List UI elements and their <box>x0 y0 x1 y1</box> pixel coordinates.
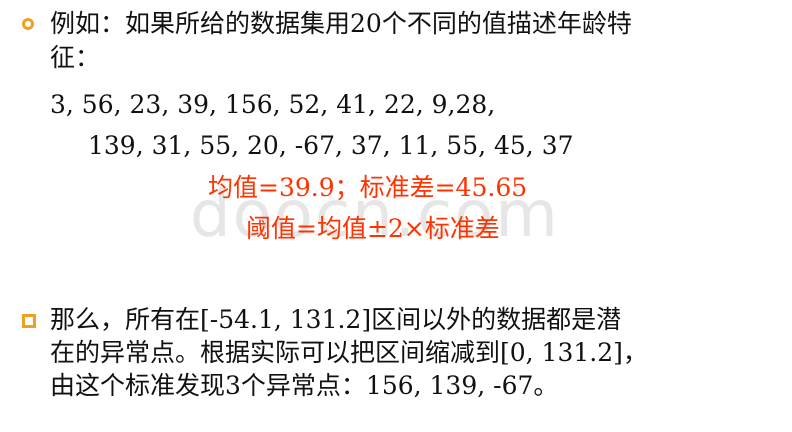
slide: doocn.com 例如：如果所给的数据集用20个不同的值描述年龄特 征： 3,… <box>0 0 792 432</box>
bullet2-line3: 由这个标准发现3个异常点：156, 139, -67。 <box>50 371 559 400</box>
square-bullet-icon <box>22 314 36 328</box>
data-values-line2: 139, 31, 55, 20, -67, 37, 11, 55, 45, 37 <box>88 131 574 160</box>
bullet1-line2: 征： <box>50 43 101 72</box>
circle-bullet-icon <box>22 18 34 30</box>
bullet2-line1: 那么，所有在[-54.1, 131.2]区间以外的数据都是潜 <box>50 305 622 334</box>
mean-std-text: 均值=39.9；标准差=45.65 <box>208 173 528 202</box>
bullet2-line2: 在的异常点。根据实际可以把区间缩减到[0, 131.2]， <box>50 338 648 367</box>
data-values-line1: 3, 56, 23, 39, 156, 52, 41, 22, 9,28, <box>50 90 496 119</box>
bullet1-line1: 例如：如果所给的数据集用20个不同的值描述年龄特 <box>50 9 632 38</box>
threshold-text: 阈值=均值±2×标准差 <box>246 214 500 243</box>
